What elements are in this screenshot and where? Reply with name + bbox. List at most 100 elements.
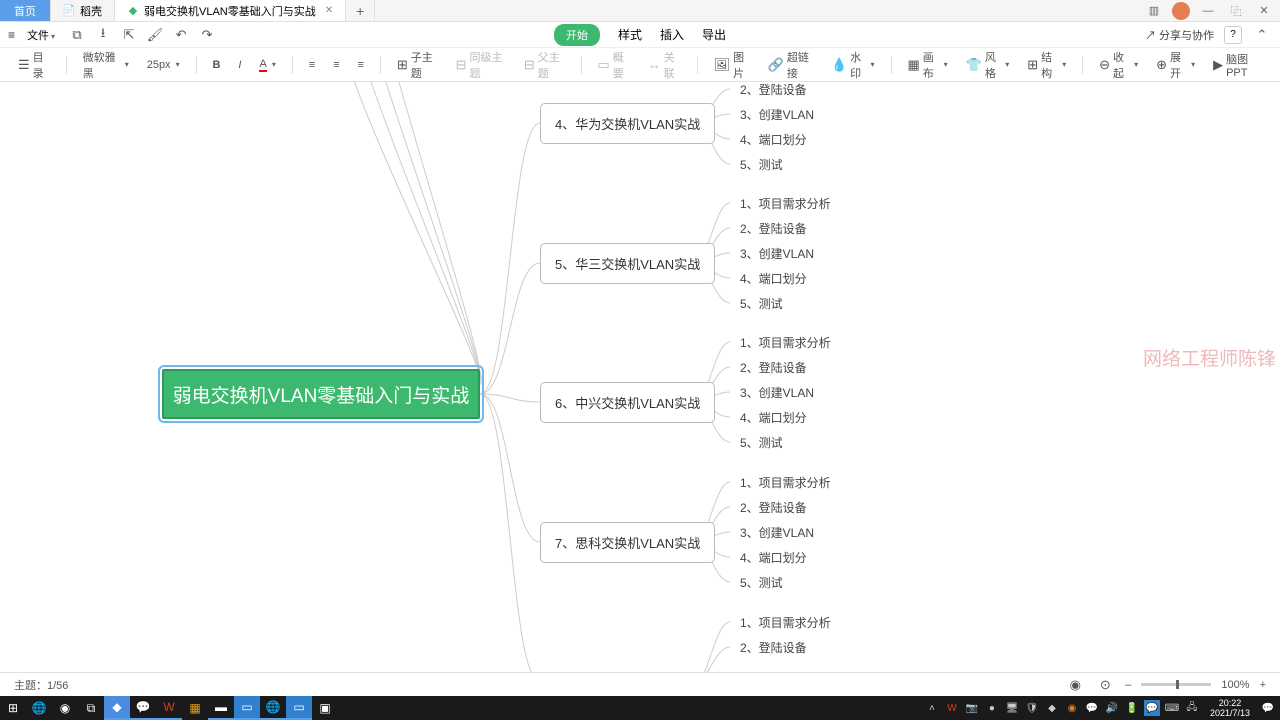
- taskbar-app5-icon[interactable]: ▣: [312, 696, 338, 720]
- start-button[interactable]: ⊞: [0, 696, 26, 720]
- branch-node[interactable]: 5、华三交换机VLAN实战: [540, 243, 715, 284]
- window-close-icon[interactable]: ✕: [1254, 1, 1274, 21]
- align-left-button[interactable]: ≡: [305, 57, 319, 73]
- menu-insert[interactable]: 插入: [660, 26, 684, 43]
- taskbar-skype-icon[interactable]: ◉: [52, 696, 78, 720]
- clock[interactable]: 20:22 2021/7/13: [1204, 698, 1256, 718]
- collapse-button[interactable]: ⊖收起▾: [1095, 47, 1142, 83]
- taskbar-taskview-icon[interactable]: ⧉: [78, 696, 104, 720]
- tray-record-icon[interactable]: ●: [984, 700, 1000, 716]
- zoom-slider[interactable]: [1141, 683, 1211, 686]
- leaf-node[interactable]: 4、端口划分: [740, 131, 807, 148]
- branch-node[interactable]: 7、思科交换机VLAN实战: [540, 522, 715, 563]
- copy-icon[interactable]: ⧉: [67, 25, 87, 45]
- help-button[interactable]: ?: [1224, 26, 1242, 44]
- undo-icon[interactable]: ↶: [171, 25, 191, 45]
- taskbar-app-icon[interactable]: ◆: [104, 696, 130, 720]
- leaf-node[interactable]: 3、创建VLAN: [740, 245, 814, 262]
- tab-home[interactable]: 首页: [0, 0, 51, 21]
- tray-network-icon[interactable]: 🖧: [1184, 700, 1200, 716]
- branch-node[interactable]: 4、华为交换机VLAN实战: [540, 103, 715, 144]
- leaf-node[interactable]: 1、项目需求分析: [740, 474, 831, 491]
- align-center-button[interactable]: ≡: [329, 57, 343, 73]
- window-minimize-icon[interactable]: —: [1198, 1, 1218, 21]
- tray-up-icon[interactable]: ˄: [924, 700, 940, 716]
- font-color-button[interactable]: A▾: [255, 56, 279, 74]
- taskbar-chrome-icon[interactable]: 🌐: [26, 696, 52, 720]
- font-family-select[interactable]: 微软雅黑▾: [79, 47, 133, 83]
- italic-button[interactable]: I: [234, 57, 245, 73]
- format-painter-icon[interactable]: 🖌: [145, 25, 165, 45]
- tray-browser-icon[interactable]: ◉: [1064, 700, 1080, 716]
- tray-wechat-icon[interactable]: 💬: [1084, 700, 1100, 716]
- leaf-node[interactable]: 2、登陆设备: [740, 359, 807, 376]
- leaf-node[interactable]: 5、测试: [740, 156, 783, 173]
- leaf-node[interactable]: 5、测试: [740, 434, 783, 451]
- tray-camera-icon[interactable]: 📷: [964, 700, 980, 716]
- export-icon[interactable]: ⇱: [119, 25, 139, 45]
- menu-style[interactable]: 样式: [618, 26, 642, 43]
- expand-button[interactable]: ⊕展开▾: [1152, 47, 1199, 83]
- leaf-node[interactable]: 5、测试: [740, 574, 783, 591]
- tab-close-icon[interactable]: ✕: [325, 5, 333, 16]
- leaf-node[interactable]: 4、端口划分: [740, 549, 807, 566]
- file-menu[interactable]: 文件▾: [21, 25, 61, 45]
- taskbar-app3-icon[interactable]: ▭: [234, 696, 260, 720]
- leaf-node[interactable]: 1、项目需求分析: [740, 334, 831, 351]
- tray-app-icon[interactable]: ◆: [1044, 700, 1060, 716]
- hamburger-icon[interactable]: ≡: [8, 28, 15, 42]
- align-right-button[interactable]: ≡: [354, 57, 368, 73]
- leaf-node[interactable]: 3、创建VLAN: [740, 106, 814, 123]
- leaf-node[interactable]: 2、登陆设备: [740, 639, 807, 656]
- menu-start[interactable]: 开始: [554, 24, 600, 46]
- leaf-node[interactable]: 2、登陆设备: [740, 499, 807, 516]
- menu-export[interactable]: 导出: [702, 26, 726, 43]
- leaf-node[interactable]: 4、端口划分: [740, 409, 807, 426]
- central-node[interactable]: 弱电交换机VLAN零基础入门与实战: [162, 369, 480, 419]
- tray-keyboard-icon[interactable]: ⌨: [1164, 700, 1180, 716]
- redo-icon[interactable]: ↷: [197, 25, 217, 45]
- leaf-node[interactable]: 4、端口划分: [740, 270, 807, 287]
- image-button[interactable]: 🖼图片: [710, 47, 754, 83]
- subtopic-button[interactable]: ⊞子主题: [393, 47, 442, 83]
- avatar[interactable]: [1172, 2, 1190, 20]
- share-button[interactable]: ↗ 分享与协作: [1145, 27, 1214, 43]
- leaf-node[interactable]: 3、创建VLAN: [740, 524, 814, 541]
- collapse-ribbon-icon[interactable]: ⌃: [1252, 25, 1272, 45]
- taskbar-terminal-icon[interactable]: ▬: [208, 696, 234, 720]
- tray-msg-icon[interactable]: 💬: [1144, 700, 1160, 716]
- window-layout-icon[interactable]: ▥: [1144, 1, 1164, 21]
- window-maximize-icon[interactable]: ⿻: [1226, 1, 1246, 21]
- view-icon-2[interactable]: ⊙: [1095, 675, 1115, 695]
- new-tab-button[interactable]: +: [346, 0, 375, 21]
- taskbar-wps-icon[interactable]: W: [156, 696, 182, 720]
- theme-style-button[interactable]: 👕风格▾: [962, 47, 1014, 83]
- leaf-node[interactable]: 1、项目需求分析: [740, 614, 831, 631]
- tray-shield-icon[interactable]: 🛡: [1024, 700, 1040, 716]
- leaf-node[interactable]: 2、登陆设备: [740, 220, 807, 237]
- to-ppt-button[interactable]: ▶脑图PPT: [1209, 49, 1266, 81]
- taskbar-app2-icon[interactable]: ▦: [182, 696, 208, 720]
- outline-button[interactable]: ☰目录: [14, 47, 54, 83]
- branch-node[interactable]: 6、中兴交换机VLAN实战: [540, 382, 715, 423]
- structure-button[interactable]: ⊞结构▾: [1023, 47, 1070, 83]
- canvas-button[interactable]: ▦画布▾: [903, 47, 951, 83]
- leaf-node[interactable]: 3、创建VLAN: [740, 384, 814, 401]
- leaf-node[interactable]: 5、测试: [740, 295, 783, 312]
- view-icon-1[interactable]: ◉: [1065, 675, 1085, 695]
- tray-notifications-icon[interactable]: 💬: [1260, 700, 1276, 716]
- download-icon[interactable]: ⭳: [93, 25, 113, 45]
- tray-battery-icon[interactable]: 🔋: [1124, 700, 1140, 716]
- zoom-plus[interactable]: +: [1260, 679, 1266, 691]
- tab-document-1[interactable]: 📄稻壳: [51, 0, 115, 21]
- tab-document-2[interactable]: ◆弱电交换机VLAN零基础入门与实战✕: [115, 0, 346, 21]
- bold-button[interactable]: B: [208, 57, 224, 73]
- tray-w-icon[interactable]: W: [944, 700, 960, 716]
- font-size-select[interactable]: 25px▾: [143, 57, 184, 73]
- leaf-node[interactable]: 1、项目需求分析: [740, 195, 831, 212]
- mindmap-canvas[interactable]: 弱电交换机VLAN零基础入门与实战 网络工程师陈锋 4、华为交换机VLAN实战2…: [0, 82, 1280, 672]
- hyperlink-button[interactable]: 🔗超链接: [764, 47, 817, 83]
- watermark-button[interactable]: 💧水印▾: [827, 47, 879, 83]
- taskbar-app4-icon[interactable]: ▭: [286, 696, 312, 720]
- tray-volume-icon[interactable]: 🔊: [1104, 700, 1120, 716]
